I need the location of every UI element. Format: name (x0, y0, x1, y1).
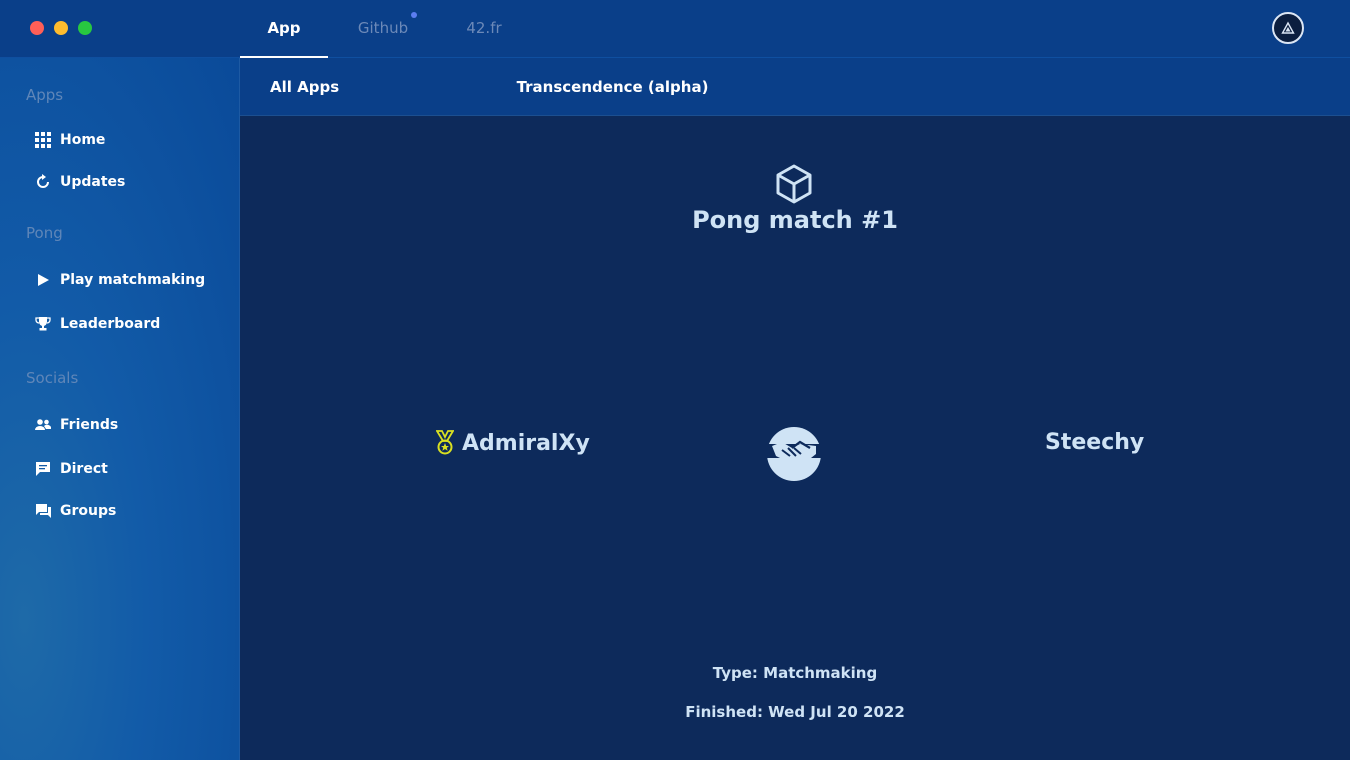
sidebar-item-direct[interactable]: Direct (34, 457, 108, 481)
player-left-name: AdmiralXy (462, 430, 590, 456)
tab-github[interactable]: Github (346, 0, 420, 58)
group-chat-icon (34, 502, 52, 520)
sidebar: Apps Home Updates Pong Play matchmaking (0, 58, 240, 760)
tab-42fr[interactable]: 42.fr (455, 0, 513, 58)
sub-tab-bar: All Apps Transcendence (alpha) (240, 58, 1350, 118)
player-right[interactable]: Steechy (1045, 430, 1144, 455)
sidebar-item-leaderboard[interactable]: Leaderboard (34, 312, 160, 336)
sidebar-item-play-matchmaking[interactable]: Play matchmaking (34, 268, 205, 292)
minimize-window-button[interactable] (54, 21, 68, 35)
close-window-button[interactable] (30, 21, 44, 35)
triangle-logo-icon (1281, 21, 1295, 34)
chat-bubble-icon (34, 460, 52, 478)
sidebar-item-label: Play matchmaking (60, 272, 206, 288)
match-title: Pong match #1 (692, 206, 898, 234)
tab-all-apps-label: All Apps (270, 78, 340, 96)
maximize-window-button[interactable] (78, 21, 92, 35)
sidebar-item-label: Home (60, 132, 106, 148)
sidebar-item-label: Friends (60, 417, 119, 433)
tab-app[interactable]: App (240, 0, 328, 59)
people-icon (34, 416, 52, 434)
match-finished-date: Finished: Wed Jul 20 2022 (685, 703, 905, 721)
refresh-icon (34, 173, 52, 191)
player-right-name: Steechy (1045, 430, 1145, 455)
sidebar-item-updates[interactable]: Updates (34, 170, 125, 194)
tab-transcendence[interactable]: Transcendence (alpha) (508, 58, 717, 118)
window-controls (30, 21, 92, 35)
tab-all-apps[interactable]: All Apps (270, 58, 339, 116)
title-bar: App Github 42.fr (0, 0, 1350, 59)
tab-app-label: App (267, 19, 301, 37)
player-left[interactable]: AdmiralXy (436, 430, 590, 456)
trophy-icon (34, 315, 52, 333)
sidebar-item-friends[interactable]: Friends (34, 413, 118, 437)
match-type: Type: Matchmaking (712, 664, 878, 682)
sidebar-item-label: Leaderboard (60, 316, 161, 332)
notification-dot (411, 12, 417, 18)
tab-transcendence-label: Transcendence (alpha) (516, 78, 709, 96)
match-detail-panel: Pong match #1 AdmiralXy Steechy Type: Ma… (240, 116, 1350, 760)
handshake-icon (766, 427, 822, 481)
cube-icon (776, 164, 812, 204)
section-label-socials: Socials (26, 369, 79, 387)
sidebar-item-label: Direct (60, 461, 108, 477)
sidebar-item-home[interactable]: Home (34, 128, 105, 152)
sidebar-item-label: Updates (60, 174, 126, 190)
tab-42fr-label: 42.fr (466, 19, 502, 37)
grid-icon (34, 131, 52, 149)
play-icon (34, 271, 52, 289)
sidebar-item-label: Groups (60, 503, 117, 519)
tab-github-label: Github (357, 19, 409, 37)
avatar[interactable] (1272, 12, 1304, 44)
medal-icon (436, 430, 454, 455)
section-label-pong: Pong (26, 224, 63, 242)
sidebar-item-groups[interactable]: Groups (34, 499, 116, 523)
section-label-apps: Apps (26, 86, 64, 104)
